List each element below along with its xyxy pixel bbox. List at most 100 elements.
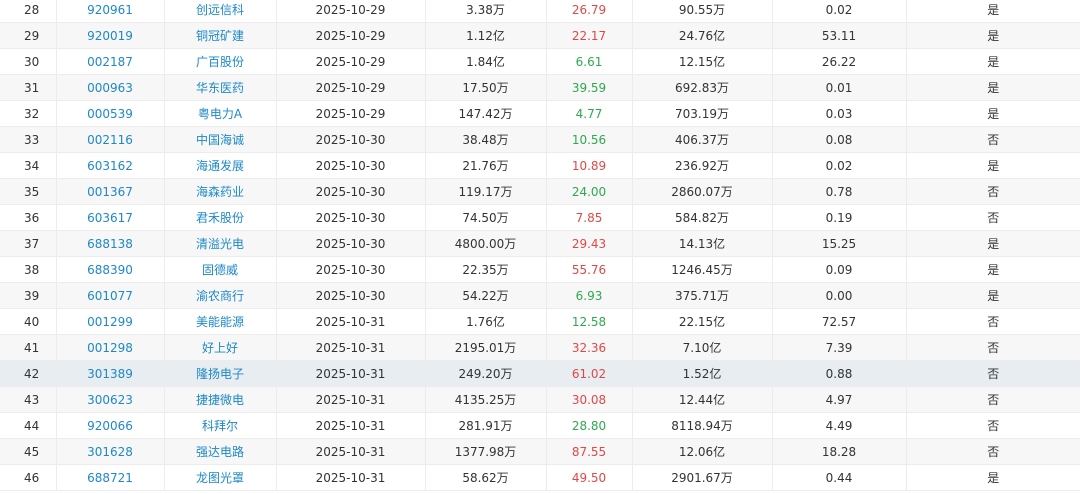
stock-code-link[interactable]: 000963 <box>56 74 165 101</box>
stock-name-link[interactable]: 海通发展 <box>164 152 277 179</box>
change-value-cell: 39.59 <box>546 74 633 101</box>
change-value-cell: 24.00 <box>546 178 633 205</box>
stock-name-link[interactable]: 君禾股份 <box>164 204 277 231</box>
cap-cell: 24.76亿 <box>632 22 773 49</box>
table-row[interactable]: 34 603162 海通发展 2025-10-30 21.76万 10.89 236.92万… <box>0 152 1080 179</box>
date-cell: 2025-10-30 <box>276 178 426 205</box>
table-row[interactable]: 41 001298 好上好 2025-10-31 2195.01万 32.36 7.10亿 7… <box>0 334 1080 361</box>
row-number: 39 <box>0 282 57 309</box>
table-row[interactable]: 36 603617 君禾股份 2025-10-30 74.50万 7.85 584.82万 0… <box>0 204 1080 231</box>
change-value-cell: 26.79 <box>546 0 633 23</box>
row-number: 32 <box>0 100 57 127</box>
table-row[interactable]: 29 920019 铜冠矿建 2025-10-29 1.12亿 22.17 24.76亿 53… <box>0 22 1080 49</box>
flag-cell: 是 <box>906 74 1080 101</box>
amount-cell: 3.38万 <box>425 0 547 23</box>
stock-name-link[interactable]: 创远信科 <box>164 0 277 23</box>
change-value-cell: 7.85 <box>546 204 633 231</box>
cap-cell: 236.92万 <box>632 152 773 179</box>
ratio-cell: 0.02 <box>772 152 907 179</box>
amount-cell: 21.76万 <box>425 152 547 179</box>
stock-code-link[interactable]: 002116 <box>56 126 165 153</box>
table-row[interactable]: 38 688390 固德威 2025-10-30 22.35万 55.76 1246.45万… <box>0 256 1080 283</box>
stock-name-link[interactable]: 美能能源 <box>164 308 277 335</box>
flag-cell: 是 <box>906 152 1080 179</box>
table-row[interactable]: 43 300623 捷捷微电 2025-10-31 4135.25万 30.08 12.44… <box>0 386 1080 413</box>
table-row[interactable]: 30 002187 广百股份 2025-10-29 1.84亿 6.61 12.15亿 26.… <box>0 48 1080 75</box>
row-number: 40 <box>0 308 57 335</box>
stock-code-link[interactable]: 001298 <box>56 334 165 361</box>
stock-name-link[interactable]: 粤电力A <box>164 100 277 127</box>
stock-name-link[interactable]: 铜冠矿建 <box>164 22 277 49</box>
stock-code-link[interactable]: 688721 <box>56 464 165 491</box>
row-number: 28 <box>0 0 57 23</box>
stock-name-link[interactable]: 好上好 <box>164 334 277 361</box>
stock-code-link[interactable]: 920019 <box>56 22 165 49</box>
stock-name-link[interactable]: 捷捷微电 <box>164 386 277 413</box>
row-number: 36 <box>0 204 57 231</box>
row-number: 37 <box>0 230 57 257</box>
stock-code-link[interactable]: 001299 <box>56 308 165 335</box>
stock-code-link[interactable]: 688138 <box>56 230 165 257</box>
change-value-cell: 29.43 <box>546 230 633 257</box>
table-row[interactable]: 37 688138 清溢光电 2025-10-30 4800.00万 29.43 14.13… <box>0 230 1080 257</box>
table-row[interactable]: 35 001367 海森药业 2025-10-30 119.17万 24.00 2860.0… <box>0 178 1080 205</box>
flag-cell: 是 <box>906 22 1080 49</box>
stock-code-link[interactable]: 920961 <box>56 0 165 23</box>
cap-cell: 8118.94万 <box>632 412 773 439</box>
date-cell: 2025-10-29 <box>276 48 426 75</box>
cap-cell: 12.44亿 <box>632 386 773 413</box>
table-row[interactable]: 31 000963 华东医药 2025-10-29 17.50万 39.59 692.83万… <box>0 74 1080 101</box>
stock-name-link[interactable]: 海森药业 <box>164 178 277 205</box>
amount-cell: 1377.98万 <box>425 438 547 465</box>
table-row[interactable]: 46 688721 龙图光罩 2025-10-31 58.62万 49.50 2901.67… <box>0 464 1080 491</box>
stock-name-link[interactable]: 强达电路 <box>164 438 277 465</box>
amount-cell: 22.35万 <box>425 256 547 283</box>
date-cell: 2025-10-29 <box>276 22 426 49</box>
stock-code-link[interactable]: 601077 <box>56 282 165 309</box>
flag-cell: 否 <box>906 204 1080 231</box>
table-row[interactable]: 40 001299 美能能源 2025-10-31 1.76亿 12.58 22.15亿 72… <box>0 308 1080 335</box>
table-row[interactable]: 39 601077 渝农商行 2025-10-30 54.22万 6.93 375.71万 0… <box>0 282 1080 309</box>
cap-cell: 22.15亿 <box>632 308 773 335</box>
table-row[interactable]: 45 301628 强达电路 2025-10-31 1377.98万 87.55 12.06… <box>0 438 1080 465</box>
stock-code-link[interactable]: 001367 <box>56 178 165 205</box>
table-row[interactable]: 33 002116 中国海诚 2025-10-30 38.48万 10.56 406.37万… <box>0 126 1080 153</box>
flag-cell: 否 <box>906 412 1080 439</box>
stock-code-link[interactable]: 603162 <box>56 152 165 179</box>
row-number: 41 <box>0 334 57 361</box>
amount-cell: 1.76亿 <box>425 308 547 335</box>
row-number: 46 <box>0 464 57 491</box>
date-cell: 2025-10-31 <box>276 438 426 465</box>
table-row[interactable]: 32 000539 粤电力A 2025-10-29 147.42万 4.77 703.19万… <box>0 100 1080 127</box>
stock-name-link[interactable]: 隆扬电子 <box>164 360 277 387</box>
date-cell: 2025-10-29 <box>276 100 426 127</box>
stock-name-link[interactable]: 中国海诚 <box>164 126 277 153</box>
stock-name-link[interactable]: 龙图光罩 <box>164 464 277 491</box>
stock-code-link[interactable]: 300623 <box>56 386 165 413</box>
stock-name-link[interactable]: 科拜尔 <box>164 412 277 439</box>
stock-code-link[interactable]: 301389 <box>56 360 165 387</box>
date-cell: 2025-10-30 <box>276 126 426 153</box>
ratio-cell: 15.25 <box>772 230 907 257</box>
change-value-cell: 61.02 <box>546 360 633 387</box>
stock-code-link[interactable]: 002187 <box>56 48 165 75</box>
ratio-cell: 0.00 <box>772 282 907 309</box>
stock-name-link[interactable]: 清溢光电 <box>164 230 277 257</box>
table-row[interactable]: 28 920961 创远信科 2025-10-29 3.38万 26.79 90.55万 0.… <box>0 0 1080 23</box>
date-cell: 2025-10-31 <box>276 334 426 361</box>
stock-code-link[interactable]: 920066 <box>56 412 165 439</box>
stock-code-link[interactable]: 603617 <box>56 204 165 231</box>
stock-name-link[interactable]: 华东医药 <box>164 74 277 101</box>
stock-code-link[interactable]: 301628 <box>56 438 165 465</box>
amount-cell: 249.20万 <box>425 360 547 387</box>
stock-code-link[interactable]: 000539 <box>56 100 165 127</box>
ratio-cell: 4.97 <box>772 386 907 413</box>
ratio-cell: 4.49 <box>772 412 907 439</box>
stock-name-link[interactable]: 渝农商行 <box>164 282 277 309</box>
table-row[interactable]: 42 301389 隆扬电子 2025-10-31 249.20万 61.02 1.52亿 0… <box>0 360 1080 387</box>
stock-code-link[interactable]: 688390 <box>56 256 165 283</box>
table-row[interactable]: 44 920066 科拜尔 2025-10-31 281.91万 28.80 8118.94… <box>0 412 1080 439</box>
stock-name-link[interactable]: 固德威 <box>164 256 277 283</box>
stock-name-link[interactable]: 广百股份 <box>164 48 277 75</box>
change-value-cell: 30.08 <box>546 386 633 413</box>
